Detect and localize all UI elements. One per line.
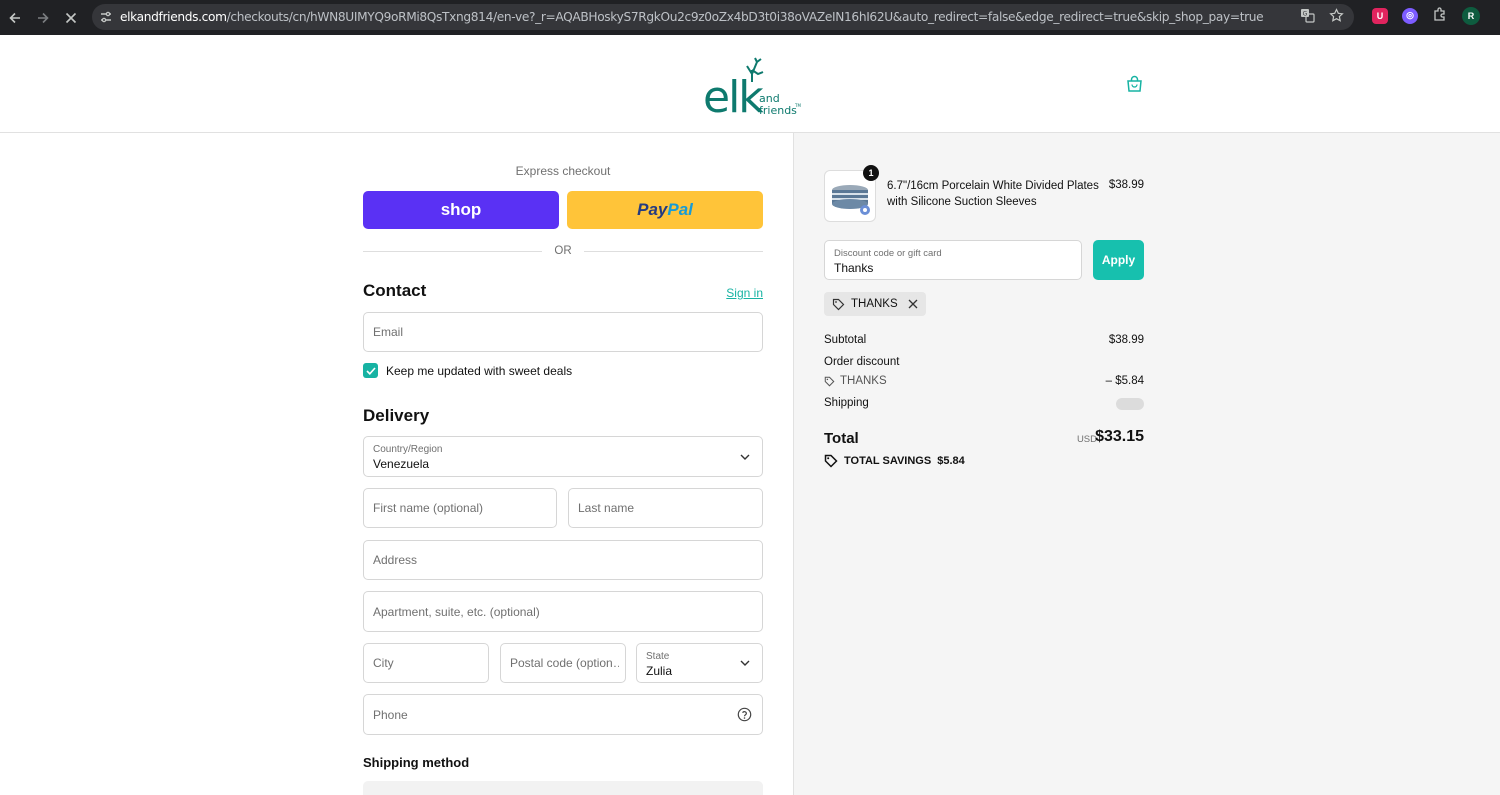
subtotal-value: $38.99 [1108,334,1144,346]
discount-amount: – $5.84 [1105,375,1144,387]
last-name-field[interactable]: Last name [568,488,763,528]
url-text[interactable]: elkandfriends.com/checkouts/cn/hWN8UIMYQ… [120,10,1300,24]
shipping-row: Shipping [824,397,1144,410]
sign-in-link[interactable]: Sign in [726,286,763,300]
applied-discount-chip: THANKS [824,292,926,316]
discount-code-row: THANKS – $5.84 [824,375,1144,387]
first-name-field[interactable]: First name (optional) [363,488,557,528]
newsletter-option[interactable]: Keep me updated with sweet deals [363,363,572,378]
express-checkout-label: Express checkout [515,164,611,178]
discount-code-name: THANKS [840,375,887,387]
elk-and-friends-logo[interactable]: elk and friends TM [703,52,803,123]
svg-text:TM: TM [794,103,801,108]
forward-icon[interactable] [29,4,57,32]
subtotal-label: Subtotal [824,334,867,346]
svg-text:elk: elk [703,72,764,118]
shipping-loading-placeholder [1116,398,1144,410]
email-placeholder: Email [373,325,404,339]
extension-icon[interactable]: ◎ [1402,7,1418,24]
state-value: Zulia [646,664,673,678]
discount-code-label: Discount code or gift card [834,248,942,259]
last-name-placeholder: Last name [578,501,635,515]
apartment-placeholder: Apartment, suite, etc. (optional) [373,604,540,619]
address-bar[interactable]: elkandfriends.com/checkouts/cn/hWN8UIMYQ… [92,4,1354,30]
help-circle-icon[interactable] [737,707,752,722]
quantity-badge: 1 [863,165,879,181]
total-savings: TOTAL SAVINGS $5.84 [824,454,965,468]
shopping-bag-icon[interactable] [1126,75,1143,93]
total-currency: USD [1076,434,1097,445]
tag-icon [824,454,838,468]
extensions-puzzle-icon[interactable] [1432,6,1448,25]
product-name: 6.7"/16cm Porcelain White Divided Plates… [887,180,1099,208]
tag-icon [824,376,835,386]
state-label: State [646,651,670,662]
discount-code-value: Thanks [834,261,874,275]
bookmark-star-icon[interactable] [1329,8,1344,26]
shipping-method-placeholder-box [363,781,763,795]
first-name-placeholder: First name (optional) [373,501,484,515]
email-field[interactable]: Email [363,312,763,352]
apartment-field[interactable]: Apartment, suite, etc. (optional) [363,591,763,632]
phone-placeholder: Phone [373,707,408,722]
discount-code-field[interactable]: Discount code or gift card Thanks [824,240,1082,280]
apply-discount-button[interactable]: Apply [1093,240,1144,280]
delivery-heading: Delivery [363,406,430,425]
subtotal-row: Subtotal $38.99 [824,334,1144,346]
postal-code-placeholder: Postal code (option… [510,656,619,670]
or-divider: OR [363,244,763,258]
stop-loading-icon[interactable] [57,4,85,32]
newsletter-checkbox[interactable] [363,363,378,378]
country-value: Venezuela [373,457,430,471]
postal-code-field[interactable]: Postal code (option… [500,643,626,683]
total-row: Total USD $33.15 [824,428,1144,450]
or-label: OR [554,245,572,257]
chevron-down-icon [740,660,750,666]
back-icon[interactable] [1,4,29,32]
order-discount-row: Order discount [824,356,1144,368]
product-price: $38.99 [1108,179,1144,191]
country-select[interactable]: Country/Region Venezuela [363,436,763,477]
order-discount-label: Order discount [824,356,900,368]
address-placeholder: Address [373,553,418,567]
translate-icon[interactable]: G [1300,8,1315,26]
svg-text:G: G [1303,11,1308,18]
ublock-extension-icon[interactable]: U [1372,7,1388,24]
tag-icon [832,298,845,310]
paypal-pal-text: Pal [667,200,693,219]
shop-pay-button[interactable]: shop [363,191,559,229]
site-settings-icon[interactable] [92,10,120,24]
browser-chrome: elkandfriends.com/checkouts/cn/hWN8UIMYQ… [0,0,1500,35]
contact-heading: Contact [363,281,427,300]
shipping-method-heading: Shipping method [363,755,470,770]
newsletter-label: Keep me updated with sweet deals [386,363,573,378]
applied-discount-code: THANKS [851,298,898,310]
phone-field[interactable]: Phone [363,694,763,735]
city-placeholder: City [373,656,394,670]
shipping-label: Shipping [824,397,869,409]
total-amount: $33.15 [1095,428,1144,445]
remove-discount-icon[interactable] [908,299,918,309]
total-savings-value: $5.84 [937,455,965,467]
total-label: Total [824,430,859,447]
profile-avatar[interactable]: R [1462,6,1480,25]
paypal-pay-text: Pay [637,200,668,219]
chevron-down-icon [740,454,750,460]
state-select[interactable]: State Zulia [636,643,763,683]
city-field[interactable]: City [363,643,489,683]
country-label: Country/Region [373,444,443,455]
site-header: elk and friends TM [0,35,1500,133]
paypal-button[interactable]: Pay Pal [567,191,763,229]
svg-text:friends: friends [759,104,797,117]
address-field[interactable]: Address [363,540,763,580]
total-savings-label: TOTAL SAVINGS [844,455,932,467]
